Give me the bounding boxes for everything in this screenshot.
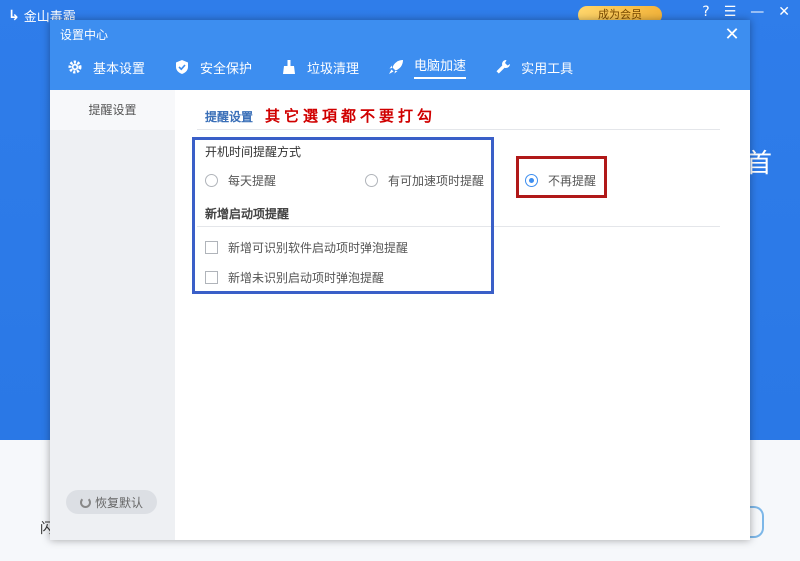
settings-sidebar: 提醒设置 恢复默认 <box>50 90 175 540</box>
tab-pc-speedup[interactable]: 电脑加速 <box>371 52 478 82</box>
window-controls: ? ☰ — ✕ <box>702 4 790 20</box>
restore-defaults-label: 恢复默认 <box>94 495 143 510</box>
settings-tabs: 基本设置 安全保护 垃圾清理 电脑加速 实用工具 <box>50 52 585 90</box>
restore-defaults-button[interactable]: 恢复默认 <box>66 490 157 514</box>
tab-security[interactable]: 安全保护 <box>157 52 264 82</box>
shield-icon <box>173 58 191 76</box>
tab-label: 实用工具 <box>521 61 574 77</box>
restore-icon <box>79 496 91 508</box>
app-logo-icon: ↳ <box>8 7 20 24</box>
close-icon[interactable]: ✕ <box>778 4 790 20</box>
rocket-icon <box>387 58 405 76</box>
tab-basic-settings[interactable]: 基本设置 <box>50 52 157 82</box>
section-divider <box>197 129 720 130</box>
sidebar-item-reminder-settings[interactable]: 提醒设置 <box>50 90 175 130</box>
highlight-box-red <box>516 156 607 198</box>
tab-junk-cleanup[interactable]: 垃圾清理 <box>264 52 371 82</box>
tab-utilities[interactable]: 实用工具 <box>478 52 585 82</box>
wrench-icon <box>494 58 512 76</box>
dialog-title: 设置中心 <box>60 28 109 42</box>
menu-icon[interactable]: ☰ <box>724 4 737 20</box>
tab-label: 电脑加速 <box>414 55 467 79</box>
feedback-icon[interactable]: ? <box>702 4 709 20</box>
broom-icon <box>280 58 298 76</box>
dialog-header: 设置中心 ✕ 基本设置 安全保护 垃圾清理 电脑加速 实用工具 <box>50 20 750 90</box>
settings-dialog: 设置中心 ✕ 基本设置 安全保护 垃圾清理 电脑加速 实用工具 提醒设置 恢复默… <box>50 20 750 540</box>
section-title: 提醒设置 <box>205 110 254 124</box>
annotation-text: 其它選項都不要打勾 <box>265 107 437 125</box>
highlight-box-blue <box>192 137 494 294</box>
dialog-close-button[interactable]: ✕ <box>722 25 742 45</box>
minimize-icon[interactable]: — <box>750 4 764 20</box>
gear-icon <box>66 58 84 76</box>
tab-label: 垃圾清理 <box>307 61 360 77</box>
tab-label: 安全保护 <box>200 61 253 77</box>
tab-label: 基本设置 <box>93 61 146 77</box>
settings-content: 提醒设置 其它選項都不要打勾 开机时间提醒方式 每天提醒 有可加速项时提醒 不再… <box>175 90 750 540</box>
